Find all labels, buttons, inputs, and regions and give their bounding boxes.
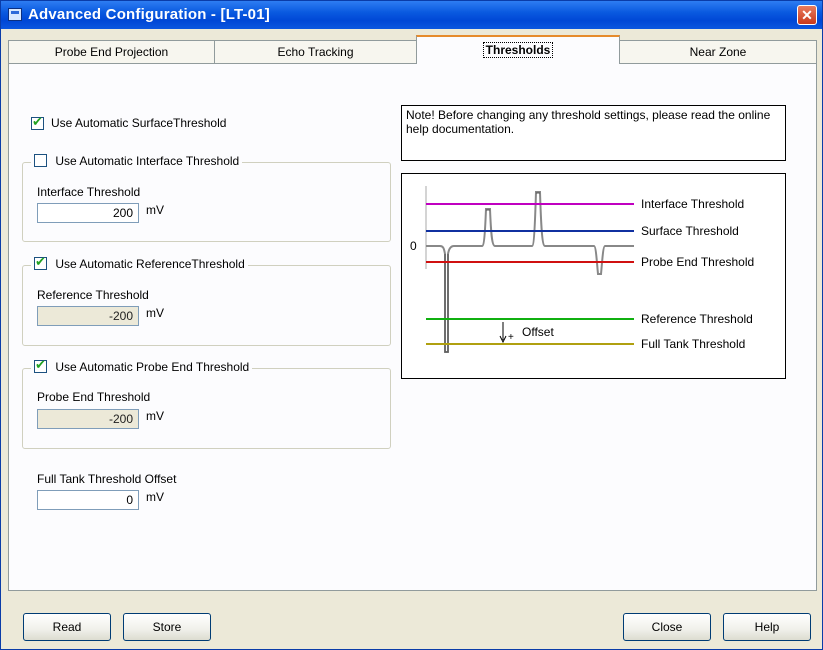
- reference-threshold-input[interactable]: -200: [37, 306, 139, 326]
- tab-echo-tracking[interactable]: Echo Tracking: [214, 40, 417, 63]
- interface-threshold-unit: mV: [146, 203, 164, 217]
- full-tank-offset-label: Full Tank Threshold Offset: [37, 472, 177, 486]
- interface-threshold-group: Use Automatic Interface Threshold: [22, 154, 391, 242]
- reference-threshold-unit: mV: [146, 306, 164, 320]
- tab-label: Near Zone: [689, 45, 747, 59]
- offset-label: Offset: [522, 325, 554, 339]
- reference-pulse: [444, 254, 449, 353]
- window-title: Advanced Configuration - [LT-01]: [28, 6, 270, 23]
- title-bar[interactable]: Advanced Configuration - [LT-01] ✕: [1, 1, 822, 29]
- probe-end-threshold-unit: mV: [146, 409, 164, 423]
- tab-label: Probe End Projection: [54, 45, 169, 59]
- tab-strip: Probe End Projection Echo Tracking Thres…: [8, 34, 817, 64]
- advanced-configuration-window: Advanced Configuration - [LT-01] ✕ Probe…: [0, 0, 823, 650]
- tab-near-zone[interactable]: Near Zone: [619, 40, 817, 63]
- probe-end-threshold-checkbox[interactable]: [34, 358, 47, 373]
- zero-label: 0: [410, 239, 417, 253]
- help-note: Note! Before changing any threshold sett…: [401, 105, 786, 161]
- read-button[interactable]: Read: [23, 613, 111, 641]
- help-button[interactable]: Help: [723, 613, 811, 641]
- surface-pulses: [486, 192, 540, 211]
- full-tank-offset-input[interactable]: 0: [37, 490, 139, 510]
- surface-threshold-legend: Surface Threshold: [641, 224, 739, 238]
- reference-threshold-legend: Reference Threshold: [641, 312, 753, 326]
- store-button[interactable]: Store: [123, 613, 211, 641]
- close-button[interactable]: Close: [623, 613, 711, 641]
- interface-threshold-legend: Interface Threshold: [641, 197, 744, 211]
- probe-end-group-legend: Use Automatic Probe End Threshold: [31, 358, 253, 376]
- interface-group-legend: Use Automatic Interface Threshold: [31, 154, 243, 170]
- tab-probe-end-projection[interactable]: Probe End Projection: [8, 40, 215, 63]
- tab-thresholds[interactable]: Thresholds: [416, 35, 620, 64]
- tab-label: Thresholds: [482, 42, 554, 58]
- interface-checkbox-label: Use Automatic Interface Threshold: [55, 154, 240, 168]
- svg-text:+: +: [508, 332, 514, 343]
- interface-threshold-input[interactable]: 200: [37, 203, 139, 223]
- interface-threshold-checkbox[interactable]: [34, 154, 47, 167]
- probe-end-threshold-label: Probe End Threshold: [37, 390, 151, 404]
- probe-end-threshold-legend: Probe End Threshold: [641, 255, 754, 269]
- interface-threshold-label: Interface Threshold: [37, 185, 141, 199]
- app-icon: [8, 8, 22, 21]
- close-window-button[interactable]: ✕: [797, 5, 817, 25]
- full-tank-offset-unit: mV: [146, 490, 164, 504]
- threshold-diagram: 0 + Offset Interface Threshold Surface T…: [401, 173, 786, 379]
- reference-threshold-checkbox[interactable]: [34, 255, 47, 270]
- full-tank-threshold-legend: Full Tank Threshold: [641, 337, 745, 351]
- surface-threshold-checkbox[interactable]: [31, 115, 44, 130]
- surface-threshold-label: Use Automatic SurfaceThreshold: [51, 116, 227, 130]
- probe-end-checkbox-label: Use Automatic Probe End Threshold: [55, 360, 250, 374]
- tab-label: Echo Tracking: [277, 45, 354, 59]
- probe-end-threshold-input[interactable]: -200: [37, 409, 139, 429]
- threshold-diagram-svg: 0 + Offset Interface Threshold Surface T…: [410, 186, 754, 353]
- reference-threshold-label: Reference Threshold: [37, 288, 149, 302]
- thresholds-panel: Use Automatic SurfaceThreshold Use Autom…: [8, 63, 817, 591]
- reference-group-legend: Use Automatic ReferenceThreshold: [31, 255, 248, 273]
- reference-checkbox-label: Use Automatic ReferenceThreshold: [55, 257, 245, 271]
